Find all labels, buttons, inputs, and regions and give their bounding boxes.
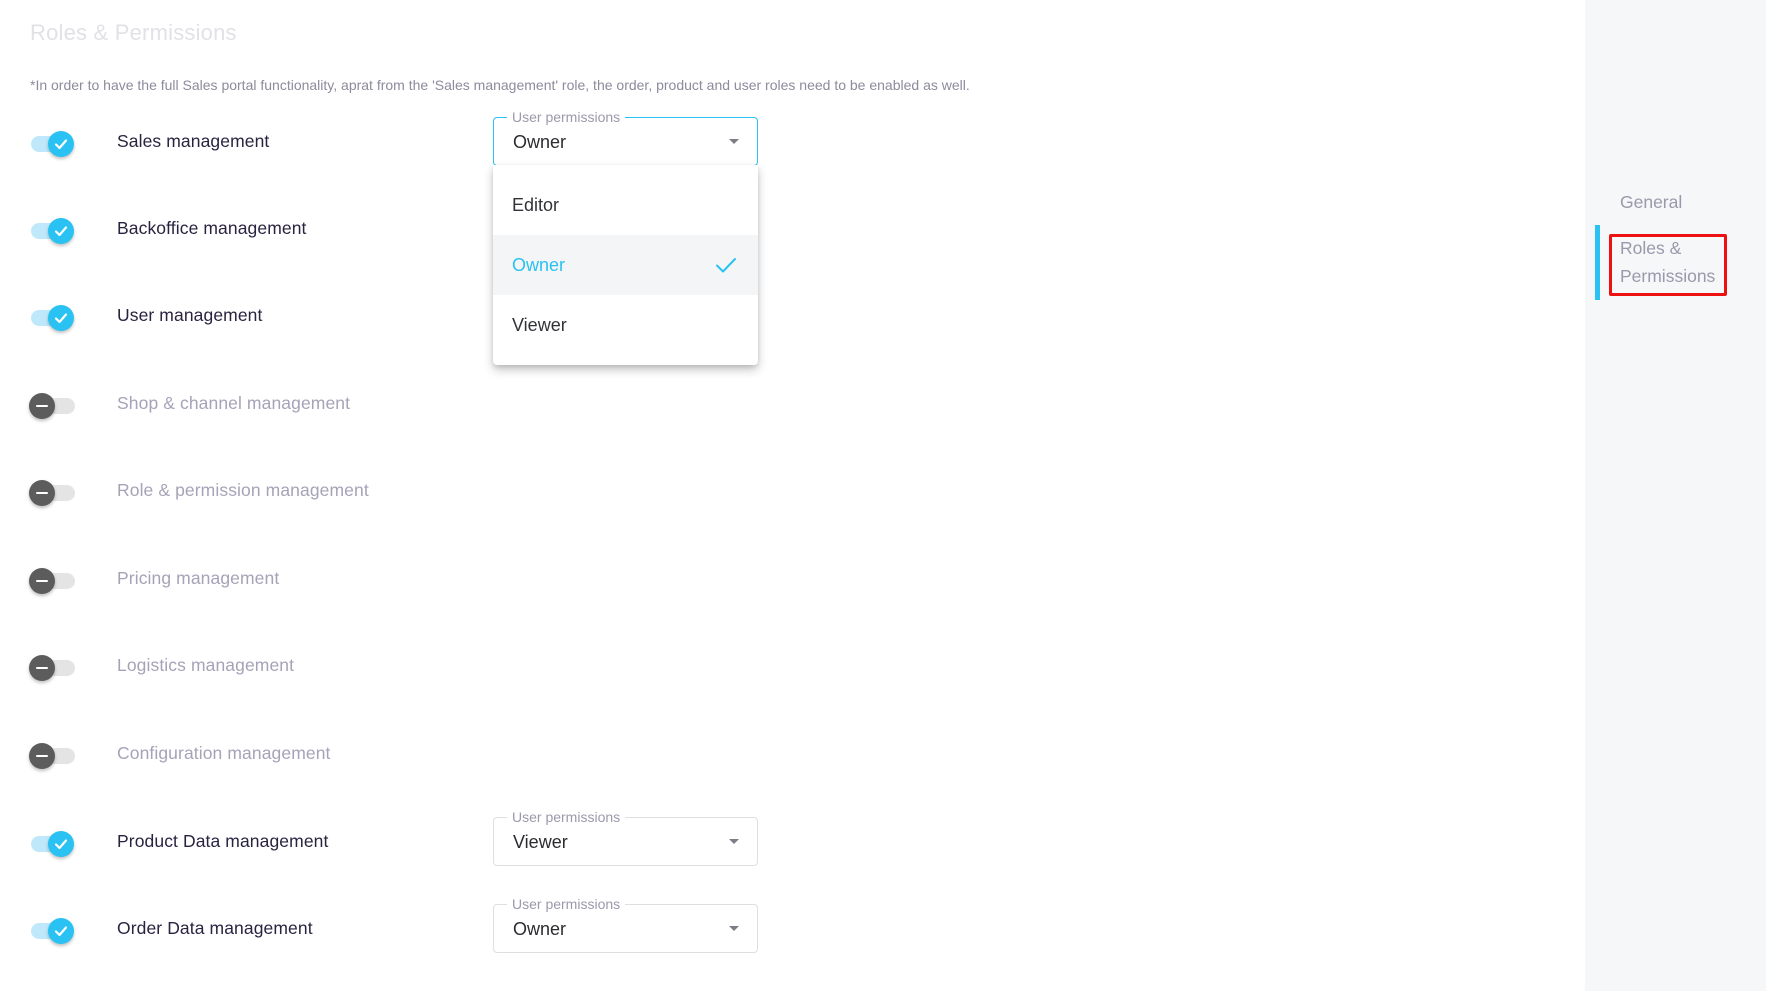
minus-icon (29, 568, 55, 594)
role-label: Product Data management (117, 831, 329, 851)
pricing-toggle[interactable] (29, 567, 77, 594)
role-label: User management (117, 305, 263, 325)
select-value: Owner (513, 132, 567, 152)
select-value: Viewer (513, 832, 568, 852)
role-label: Role & permission management (117, 480, 369, 500)
dropdown-option-viewer[interactable]: Viewer (493, 295, 758, 355)
role-label: Order Data management (117, 918, 313, 938)
select-legend: User permissions (507, 896, 626, 912)
role-label: Configuration management (117, 743, 331, 763)
caret-down-icon (729, 139, 739, 144)
role-label: Sales management (117, 131, 270, 151)
role-permission-toggle[interactable] (29, 479, 77, 506)
sales-permission-select[interactable]: User permissions Owner (493, 109, 758, 166)
option-label: Viewer (512, 314, 567, 335)
backoffice-toggle[interactable] (29, 217, 77, 244)
info-note: *In order to have the full Sales portal … (30, 77, 970, 93)
settings-sidebar: General Roles & Permissions (1585, 0, 1766, 991)
role-row-pricing: Pricing management (0, 554, 800, 604)
option-label: Owner (512, 254, 566, 275)
user-toggle[interactable] (29, 304, 77, 331)
check-icon (48, 305, 74, 331)
order-data-permission-select[interactable]: User permissions Owner (493, 896, 758, 953)
dropdown-option-editor[interactable]: Editor (493, 175, 758, 235)
role-row-logistics: Logistics management (0, 641, 800, 691)
page-title: Roles & Permissions (30, 20, 237, 45)
main-content: Roles & Permissions *In order to have th… (0, 0, 1585, 991)
active-indicator (1595, 225, 1600, 300)
select-legend: User permissions (507, 109, 626, 125)
sales-toggle[interactable] (29, 130, 77, 157)
role-row-configuration: Configuration management (0, 729, 800, 779)
option-label: Editor (512, 194, 560, 215)
role-row-shop-channel: Shop & channel management (0, 379, 800, 429)
dropdown-option-owner[interactable]: Owner (493, 235, 758, 295)
minus-icon (29, 480, 55, 506)
order-data-toggle[interactable] (29, 917, 77, 944)
check-icon (48, 831, 74, 857)
logistics-toggle[interactable] (29, 654, 77, 681)
role-row-role-permission: Role & permission management (0, 466, 800, 516)
sidebar-item-general[interactable]: General (1620, 188, 1682, 216)
select-value: Owner (513, 919, 567, 939)
product-data-permission-select[interactable]: User permissions Viewer (493, 809, 758, 866)
role-label: Backoffice management (117, 218, 307, 238)
check-icon (48, 918, 74, 944)
configuration-toggle[interactable] (29, 742, 77, 769)
check-icon (48, 218, 74, 244)
caret-down-icon (729, 926, 739, 931)
role-label: Shop & channel management (117, 393, 351, 413)
check-icon (48, 131, 74, 157)
product-data-toggle[interactable] (29, 830, 77, 857)
role-label: Logistics management (117, 655, 295, 675)
sidebar-item-roles-permissions[interactable]: Roles & Permissions (1620, 234, 1740, 290)
permission-dropdown-menu: Editor Owner Viewer (493, 165, 758, 365)
caret-down-icon (729, 839, 739, 844)
select-legend: User permissions (507, 809, 626, 825)
minus-icon (29, 743, 55, 769)
shop-channel-toggle[interactable] (29, 392, 77, 419)
minus-icon (29, 655, 55, 681)
check-icon (716, 258, 736, 273)
minus-icon (29, 393, 55, 419)
role-label: Pricing management (117, 568, 280, 588)
